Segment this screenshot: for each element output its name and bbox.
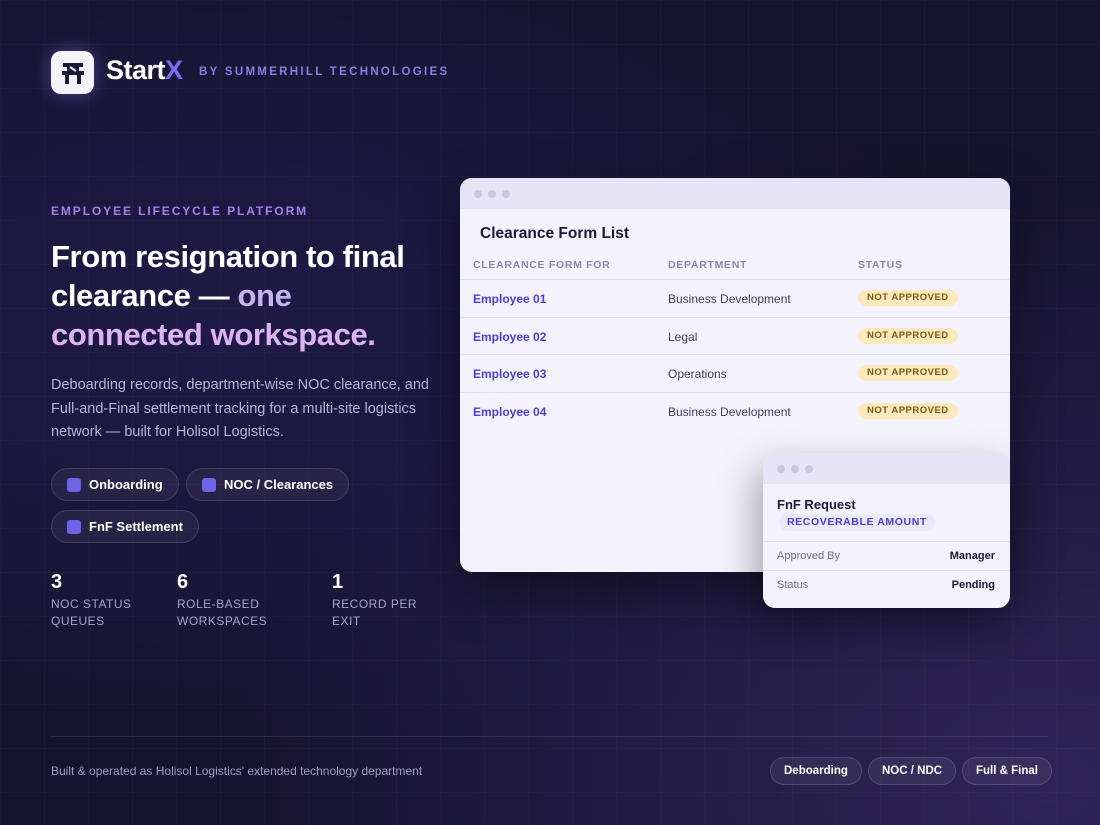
chip-fnf-settlement[interactable]: FnF Settlement	[51, 510, 199, 543]
chip-square-icon	[67, 519, 81, 534]
window-dot-icon	[474, 189, 482, 198]
chip-label: NOC / Clearances	[224, 477, 334, 492]
table-row[interactable]: Employee 03 Operations NOT APPROVED	[460, 354, 1010, 392]
column-header-status: STATUS	[858, 259, 903, 271]
status-badge: NOT APPROVED	[858, 365, 958, 381]
window-titlebar	[460, 178, 1010, 209]
stat-label: ROLE-BASED WORKSPACES	[177, 597, 268, 628]
stat-label: NOC STATUS QUEUES	[51, 597, 132, 628]
card-titlebar	[763, 453, 1010, 484]
field-value: Manager	[949, 550, 995, 562]
employee-link[interactable]: Employee 01	[473, 292, 546, 306]
stat-number: 6	[177, 571, 189, 593]
field-key: Status	[777, 579, 809, 591]
chip-label: FnF Settlement	[89, 519, 183, 534]
window-dot-icon	[777, 464, 785, 473]
approved-by-row: Approved By Manager	[763, 541, 1010, 570]
brand-main: Start	[106, 55, 166, 85]
headline-part2: one	[237, 278, 292, 313]
footer-text: Built & operated as Holisol Logistics' e…	[51, 764, 423, 778]
status-row: Status Pending	[763, 570, 1010, 599]
brand-subtitle: BY SUMMERHILL TECHNOLOGIES	[199, 66, 450, 78]
table-row[interactable]: Employee 04 Business Development NOT APP…	[460, 391, 1010, 430]
fnf-title: FnF Request	[777, 497, 856, 512]
footer-chip-deboarding[interactable]: Deboarding	[770, 757, 862, 785]
status-badge: NOT APPROVED	[858, 327, 958, 344]
fnf-request-card: FnF Request RECOVERABLE AMOUNT Approved …	[763, 453, 1010, 608]
department-cell: Legal	[668, 329, 698, 344]
startx-logo[interactable]	[51, 51, 94, 94]
stat-record-per-exit: 1 RECORD PER EXIT	[332, 571, 432, 629]
hero-description: Deboarding records, department-wise NOC …	[51, 377, 429, 440]
status-badge: NOT APPROVED	[858, 402, 958, 419]
stat-noc-queues: 3 NOC STATUS QUEUES	[51, 571, 161, 629]
page-headline: From resignation to final clearance — on…	[51, 237, 431, 354]
stat-number: 1	[332, 571, 344, 593]
department-cell: Business Development	[668, 292, 791, 306]
window-dot-icon	[805, 464, 813, 473]
department-cell: Business Development	[668, 404, 791, 419]
brand-x: X	[165, 55, 183, 85]
chair-icon	[61, 62, 84, 84]
headline-part3: connected workspace.	[51, 317, 376, 352]
window-dot-icon	[502, 189, 510, 198]
eyebrow-label: EMPLOYEE LIFECYCLE PLATFORM	[51, 204, 309, 218]
footer-divider	[51, 736, 1048, 737]
headline-part1: From resignation to final clearance —	[51, 239, 405, 313]
recoverable-amount-badge: RECOVERABLE AMOUNT	[779, 514, 935, 531]
window-dot-icon	[488, 189, 496, 198]
column-header-department: DEPARTMENT	[668, 259, 748, 271]
stat-label: RECORD PER EXIT	[332, 597, 418, 628]
status-badge: NOT APPROVED	[858, 290, 958, 306]
employee-link[interactable]: Employee 02	[473, 330, 546, 344]
chip-square-icon	[202, 477, 216, 492]
chip-noc-clearances[interactable]: NOC / Clearances	[186, 468, 350, 501]
employee-link[interactable]: Employee 03	[473, 367, 546, 381]
footer-chip-noc-ndc[interactable]: NOC / NDC	[868, 757, 957, 785]
stat-number: 3	[51, 571, 63, 593]
employee-link[interactable]: Employee 04	[473, 405, 546, 419]
chip-label: Onboarding	[89, 477, 163, 492]
field-key: Approved By	[777, 550, 840, 562]
footer-chip-full-final[interactable]: Full & Final	[962, 757, 1052, 785]
chip-square-icon	[67, 477, 81, 492]
table-row[interactable]: Employee 01 Business Development NOT APP…	[460, 279, 1010, 317]
column-header-employee: CLEARANCE FORM FOR	[473, 259, 611, 271]
stat-workspaces: 6 ROLE-BASED WORKSPACES	[177, 571, 307, 629]
brand-name: StartX	[106, 55, 183, 86]
field-value: Pending	[951, 579, 995, 591]
chip-onboarding[interactable]: Onboarding	[51, 468, 179, 501]
department-cell: Operations	[668, 367, 727, 381]
window-dot-icon	[791, 464, 799, 473]
table-row[interactable]: Employee 02 Legal NOT APPROVED	[460, 316, 1010, 355]
clearance-list-title: Clearance Form List	[480, 225, 630, 242]
